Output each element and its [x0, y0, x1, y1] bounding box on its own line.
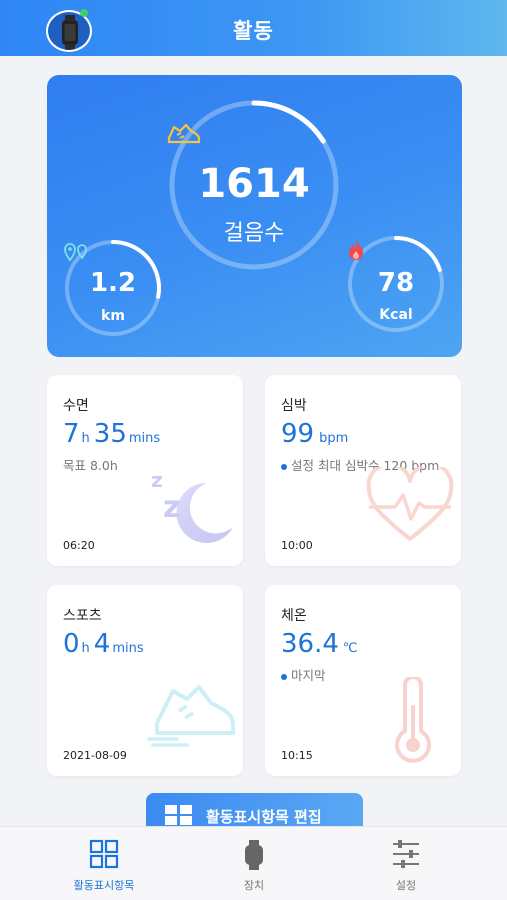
sports-hours: 0 — [63, 629, 80, 659]
nav-item-settings[interactable]: 설정 — [336, 827, 476, 900]
bullet-dot — [281, 463, 287, 470]
sleep-card[interactable]: 수면 7 h 35 mins 목표 8.0h 06:20 z z — [47, 375, 243, 566]
steps-ring: 1614 걸음수 — [166, 97, 342, 273]
grid-icon — [165, 805, 192, 825]
distance-unit: km — [101, 308, 125, 324]
sports-minutes-unit: mins — [112, 641, 144, 656]
sleep-hours: 7 — [63, 419, 80, 449]
sleep-minutes: 35 — [93, 419, 127, 449]
calories-value: 78 — [377, 268, 415, 298]
nav-item-device[interactable]: 장치 — [184, 827, 324, 900]
heart-time: 10:00 — [281, 539, 313, 552]
thermometer-icon — [385, 675, 441, 771]
steps-value: 1614 — [198, 161, 310, 207]
heart-unit: bpm — [319, 431, 349, 446]
calories-unit: Kcal — [379, 307, 413, 323]
sports-hours-unit: h — [81, 641, 90, 656]
sleep-goal: 목표 8.0h — [63, 458, 118, 473]
svg-text:z: z — [151, 468, 163, 492]
heart-value-line: 99 bpm — [281, 419, 352, 449]
temp-title: 체온 — [281, 608, 307, 624]
sports-card[interactable]: 스포츠 0 h 4 mins 2021-08-09 — [47, 585, 243, 776]
heart-title: 심박 — [281, 398, 307, 414]
page-title: 활동 — [233, 19, 274, 43]
temp-time: 10:15 — [281, 749, 313, 762]
nav-label-activity-display: 활동표시항목 — [73, 879, 135, 892]
svg-text:z: z — [163, 490, 180, 525]
watch-icon — [245, 840, 263, 870]
sports-title: 스포츠 — [63, 608, 102, 624]
distance-value: 1.2 — [89, 268, 137, 298]
sleep-title: 수면 — [63, 398, 89, 414]
activity-summary-card[interactable]: 1614 걸음수 1.2 km 78 Kcal — [47, 75, 462, 357]
temp-note: 마지막 — [291, 668, 326, 683]
bottom-navigation: 활동표시항목 장치 설정 — [0, 826, 507, 900]
sleep-time: 06:20 — [63, 539, 95, 552]
running-shoe-icon — [147, 673, 239, 757]
sleep-duration: 7 h 35 mins — [63, 419, 164, 449]
moon-zzz-icon: z z — [145, 465, 241, 559]
sliders-icon — [393, 840, 419, 868]
heart-pulse-icon — [365, 462, 455, 549]
nav-label-settings: 설정 — [395, 879, 417, 892]
sports-duration: 0 h 4 mins — [63, 629, 148, 659]
heart-value: 99 — [281, 419, 315, 449]
grid-icon — [89, 839, 119, 869]
nav-label-device: 장치 — [243, 879, 265, 892]
temperature-card[interactable]: 체온 36.4 ℃ 마지막 10:15 — [265, 585, 461, 776]
temp-last-note: 마지막 — [281, 665, 326, 684]
temp-value-line: 36.4 ℃ — [281, 629, 362, 659]
sports-minutes: 4 — [93, 629, 111, 659]
calories-ring: 78 Kcal — [346, 234, 446, 334]
temp-value: 36.4 — [281, 629, 339, 659]
nav-item-activity-display[interactable]: 활동표시항목 — [34, 827, 174, 900]
heart-rate-card[interactable]: 심박 99 bpm 설정 최대 심박수 120 bpm 10:00 — [265, 375, 461, 566]
distance-ring: 1.2 km — [63, 238, 163, 338]
steps-label: 걸음수 — [223, 221, 285, 246]
bullet-dot — [281, 673, 287, 680]
edit-button-label: 활동표시항목 편집 — [206, 808, 322, 826]
sleep-hours-unit: h — [81, 431, 90, 446]
sleep-minutes-unit: mins — [128, 431, 161, 446]
sports-date: 2021-08-09 — [63, 749, 127, 762]
temp-unit: ℃ — [342, 641, 358, 656]
top-header: 활동 — [0, 0, 507, 56]
